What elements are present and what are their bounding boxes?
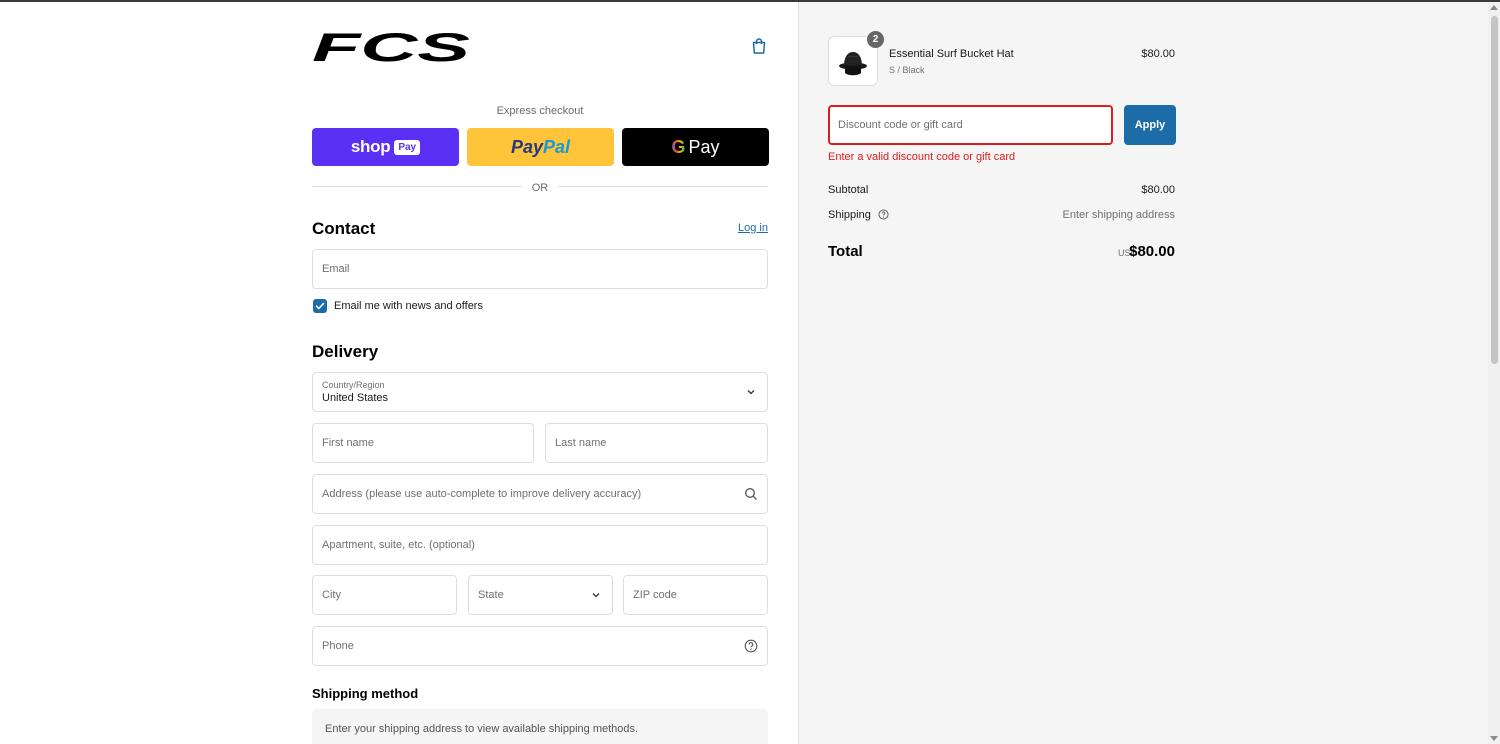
newsletter-checkbox[interactable] [313,299,327,313]
svg-text:FCS: FCS [312,30,470,64]
shipping-method-heading: Shipping method [312,686,419,701]
shipping-label: Shipping [828,209,871,221]
chevron-down-icon [747,390,755,395]
apartment-input[interactable] [322,539,758,551]
fcs-logo[interactable]: FCS [312,30,470,64]
email-field[interactable] [312,249,768,289]
phone-field[interactable] [312,626,768,666]
product-variant: S / Black [889,65,925,75]
address-input[interactable] [322,488,758,500]
shipping-method-notice: Enter your shipping address to view avai… [312,709,768,744]
shop-pay-wordmark: shop [350,137,391,156]
state-select[interactable]: State [468,575,613,615]
subtotal-label: Subtotal [828,184,869,196]
delivery-heading: Delivery [312,342,379,361]
total-value: $80.00 [1129,243,1175,260]
zip-input[interactable] [633,589,758,601]
bucket-hat-image [839,52,867,76]
address-field[interactable] [312,474,768,514]
last-name-field[interactable] [545,423,768,463]
google-pay-wordmark: G Pay [671,136,720,157]
scrollbar-thumb[interactable] [1491,16,1498,364]
city-field[interactable] [312,575,457,615]
scroll-down-arrow[interactable] [1490,736,1498,741]
first-name-input[interactable] [322,437,524,449]
divider-left [312,186,522,187]
chevron-down-icon [592,593,600,598]
product-price: $80.00 [1141,48,1175,60]
shop-pay-pill: Pay [394,139,421,155]
or-divider-label: OR [531,182,549,194]
last-name-input[interactable] [555,437,758,449]
product-name: Essential Surf Bucket Hat [889,48,1014,60]
search-icon[interactable] [744,487,758,501]
quantity-badge: 2 [867,31,884,48]
page-scrollbar[interactable] [1488,2,1500,744]
paypal-wordmark: PayPal [510,136,571,157]
city-input[interactable] [322,589,447,601]
shop-pay-button[interactable]: shop Pay [312,128,459,166]
scroll-up-arrow[interactable] [1490,5,1498,10]
discount-input[interactable] [838,119,1103,131]
zip-field[interactable] [623,575,768,615]
email-input[interactable] [322,263,758,275]
google-pay-button[interactable]: G Pay [622,128,769,166]
login-link[interactable]: Log in [738,222,768,234]
newsletter-label: Email me with news and offers [334,300,483,312]
discount-error-message: Enter a valid discount code or gift card [828,151,1016,163]
shopping-bag-icon[interactable] [750,37,768,55]
express-checkout-label: Express checkout [496,105,584,117]
contact-heading: Contact [312,219,376,238]
checkmark-icon [315,302,325,310]
apartment-field[interactable] [312,525,768,565]
newsletter-option[interactable]: Email me with news and offers [313,299,483,313]
google-g-icon: G [671,136,686,157]
country-select[interactable]: Country/Region United States [312,372,768,412]
first-name-field[interactable] [312,423,534,463]
shipping-help-icon[interactable] [878,209,889,220]
shipping-value: Enter shipping address [1062,209,1175,221]
country-value: United States [322,392,389,404]
discount-field[interactable] [828,105,1113,145]
paypal-button[interactable]: PayPal [467,128,614,166]
state-placeholder: State [478,589,504,601]
phone-input[interactable] [322,640,758,652]
help-icon[interactable] [744,639,758,653]
subtotal-value: $80.00 [1141,184,1175,196]
total-label: Total [828,243,863,260]
country-label: Country/Region [322,380,385,390]
shipping-method-message: Enter your shipping address to view avai… [325,723,639,735]
shipping-summary-label: Shipping [828,209,889,221]
divider-right [558,186,768,187]
apply-discount-button[interactable]: Apply [1124,105,1176,145]
